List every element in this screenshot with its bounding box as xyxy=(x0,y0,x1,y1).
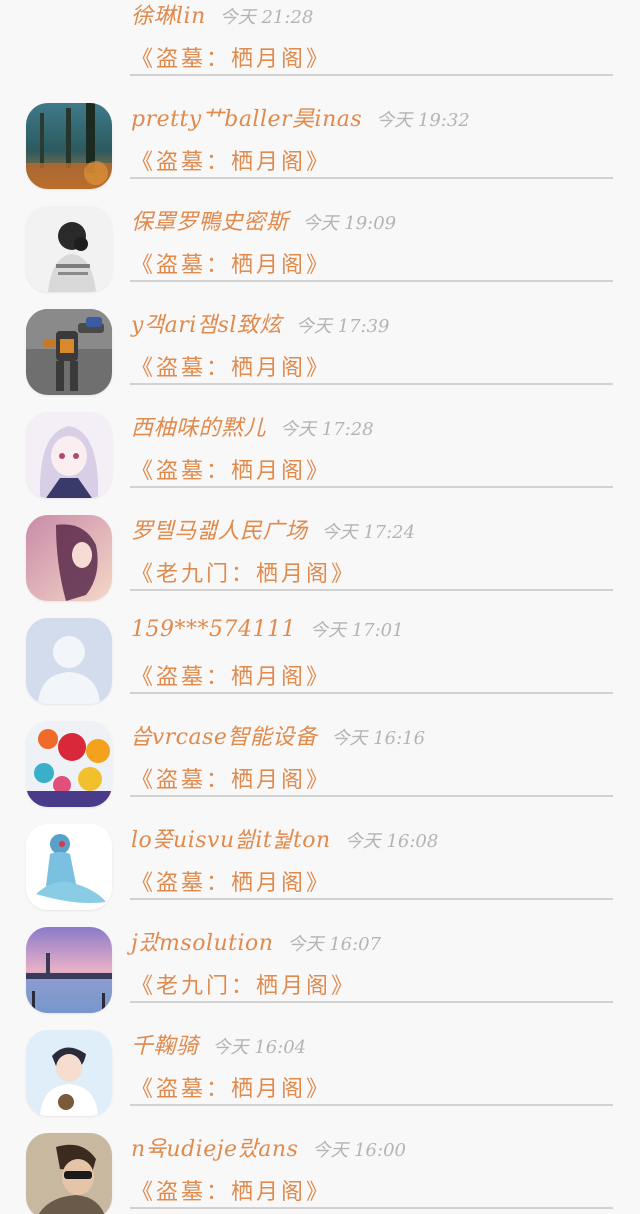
divider xyxy=(130,795,613,797)
avatar[interactable] xyxy=(26,1133,112,1214)
message-time: 今天 16:08 xyxy=(344,831,439,852)
message-text: 《盗墓：栖月阁》 xyxy=(131,871,332,896)
divider xyxy=(130,589,613,591)
list-item[interactable]: 保罩罗鴨史密斯 今天 19:09 《盗墓：栖月阁》 xyxy=(0,192,640,295)
sender-name-text: 罗텔马괣人民广场 xyxy=(131,519,308,544)
sender-name-text: 千鞠骑 xyxy=(131,1034,199,1059)
sender-name-text: j괐msolution xyxy=(131,931,274,956)
message-text: 《老九门：栖月阁》 xyxy=(131,974,357,999)
sender-name: n육udieje랐ans 今天 16:00 xyxy=(131,1131,406,1163)
list-item[interactable]: 千鞠骑 今天 16:04 《盗墓：栖月阁》 xyxy=(0,1016,640,1119)
message-time: 今天 21:28 xyxy=(219,7,314,28)
message-time: 今天 16:07 xyxy=(287,934,382,955)
avatar[interactable] xyxy=(26,412,112,498)
balloons-photo-icon xyxy=(26,721,112,807)
divider xyxy=(130,280,613,282)
divider xyxy=(130,1207,613,1209)
message-text: 《盗墓：栖月阁》 xyxy=(131,768,332,793)
avatar[interactable] xyxy=(26,1030,112,1116)
divider xyxy=(130,74,613,76)
sender-name-text: 159***574111 xyxy=(131,617,296,642)
message-text: 《盗墓：栖月阁》 xyxy=(131,47,332,72)
divider xyxy=(130,486,613,488)
message-time: 今天 17:28 xyxy=(280,419,374,440)
pokemon-photo-icon xyxy=(26,824,112,910)
sender-name: pretty艹baller昊inas 今天 19:32 xyxy=(131,101,470,133)
divider xyxy=(130,177,613,179)
list-item[interactable]: 罗텔马괣人民广场 今天 17:24 《老九门：栖月阁》 xyxy=(0,501,640,604)
boy-photo-icon xyxy=(26,1030,112,1116)
message-text: 《盗墓：栖月阁》 xyxy=(131,665,332,690)
message-time: 今天 16:00 xyxy=(312,1140,406,1161)
divider xyxy=(130,692,613,694)
sender-name-text: pretty艹baller昊inas xyxy=(131,107,363,132)
message-text: 《盗墓：栖月阁》 xyxy=(131,150,332,175)
forest-photo-icon xyxy=(26,103,112,189)
divider xyxy=(130,1104,613,1106)
sender-name: y객ari잼sl致炫 今天 17:39 xyxy=(131,307,390,339)
divider xyxy=(130,898,613,900)
man-sunglasses-photo-icon xyxy=(26,1133,112,1214)
avatar[interactable] xyxy=(26,927,112,1013)
sender-name: 罗텔马괣人民广场 今天 17:24 xyxy=(131,513,415,545)
message-time: 今天 19:32 xyxy=(376,110,470,131)
message-time: 今天 17:39 xyxy=(295,316,390,337)
avatar[interactable] xyxy=(26,103,112,189)
pink-girl-photo-icon xyxy=(26,515,112,601)
message-time: 今天 17:01 xyxy=(309,620,404,641)
message-text: 《盗墓：栖月阁》 xyxy=(131,253,332,278)
sender-name: 千鞠骑 今天 16:04 xyxy=(131,1028,306,1060)
sender-name: 保罩罗鴨史密斯 今天 19:09 xyxy=(131,204,396,236)
message-text: 《盗墓：栖月阁》 xyxy=(131,356,332,381)
robot-photo-icon xyxy=(26,309,112,395)
default-user-icon xyxy=(26,618,112,704)
sender-name: 159***574111 今天 17:01 xyxy=(131,616,404,642)
sender-name-text: 保罩罗鴨史密斯 xyxy=(131,210,289,235)
list-item[interactable]: pretty艹baller昊inas 今天 19:32 《盗墓：栖月阁》 xyxy=(0,89,640,192)
message-text: 《盗墓：栖月阁》 xyxy=(131,1077,332,1102)
avatar[interactable] xyxy=(26,206,112,292)
list-item[interactable]: 徐琳lin 今天 21:28 《盗墓：栖月阁》 xyxy=(0,0,640,89)
avatar[interactable] xyxy=(26,309,112,395)
message-time: 今天 16:16 xyxy=(331,728,426,749)
venice-photo-icon xyxy=(26,927,112,1013)
avatar[interactable] xyxy=(26,618,112,704)
divider xyxy=(130,1001,613,1003)
message-time: 今天 16:04 xyxy=(212,1037,307,1058)
sender-name: 徐琳lin 今天 21:28 xyxy=(131,0,313,30)
sender-name: lo쫒uisvu씖it눭ton 今天 16:08 xyxy=(131,822,438,854)
list-item[interactable]: n육udieje랐ans 今天 16:00 《盗墓：栖月阁》 xyxy=(0,1119,640,1214)
message-time: 今天 17:24 xyxy=(321,522,416,543)
sender-name-text: 徐琳lin xyxy=(131,4,206,29)
sender-name: 西柚味的黙儿 今天 17:28 xyxy=(131,410,374,442)
girl-bw-photo-icon xyxy=(26,206,112,292)
avatar[interactable] xyxy=(26,824,112,910)
list-item[interactable]: 159***574111 今天 17:01 《盗墓：栖月阁》 xyxy=(0,604,640,707)
sender-name-text: lo쫒uisvu씖it눭ton xyxy=(131,828,331,853)
sender-name: 씁vrcase智能设备 今天 16:16 xyxy=(131,719,425,751)
message-text: 《老九门：栖月阁》 xyxy=(131,562,357,587)
list-item[interactable]: j괐msolution 今天 16:07 《老九门：栖月阁》 xyxy=(0,913,640,1016)
sender-name-text: y객ari잼sl致炫 xyxy=(131,313,282,338)
message-list: 徐琳lin 今天 21:28 《盗墓：栖月阁》 pretty艹baller昊in… xyxy=(0,0,640,1214)
avatar[interactable] xyxy=(26,515,112,601)
list-item[interactable]: 씁vrcase智能设备 今天 16:16 《盗墓：栖月阁》 xyxy=(0,707,640,810)
message-text: 《盗墓：栖月阁》 xyxy=(131,1180,332,1205)
list-item[interactable]: lo쫒uisvu씖it눭ton 今天 16:08 《盗墓：栖月阁》 xyxy=(0,810,640,913)
message-text: 《盗墓：栖月阁》 xyxy=(131,459,332,484)
sender-name-text: 씁vrcase智能设备 xyxy=(131,725,318,750)
message-time: 今天 19:09 xyxy=(302,213,397,234)
divider xyxy=(130,383,613,385)
sender-name: j괐msolution 今天 16:07 xyxy=(131,925,381,957)
avatar[interactable] xyxy=(26,721,112,807)
anime-girl-photo-icon xyxy=(26,412,112,498)
list-item[interactable]: y객ari잼sl致炫 今天 17:39 《盗墓：栖月阁》 xyxy=(0,295,640,398)
sender-name-text: n육udieje랐ans xyxy=(131,1137,299,1162)
sender-name-text: 西柚味的黙儿 xyxy=(131,416,267,441)
list-item[interactable]: 西柚味的黙儿 今天 17:28 《盗墓：栖月阁》 xyxy=(0,398,640,501)
